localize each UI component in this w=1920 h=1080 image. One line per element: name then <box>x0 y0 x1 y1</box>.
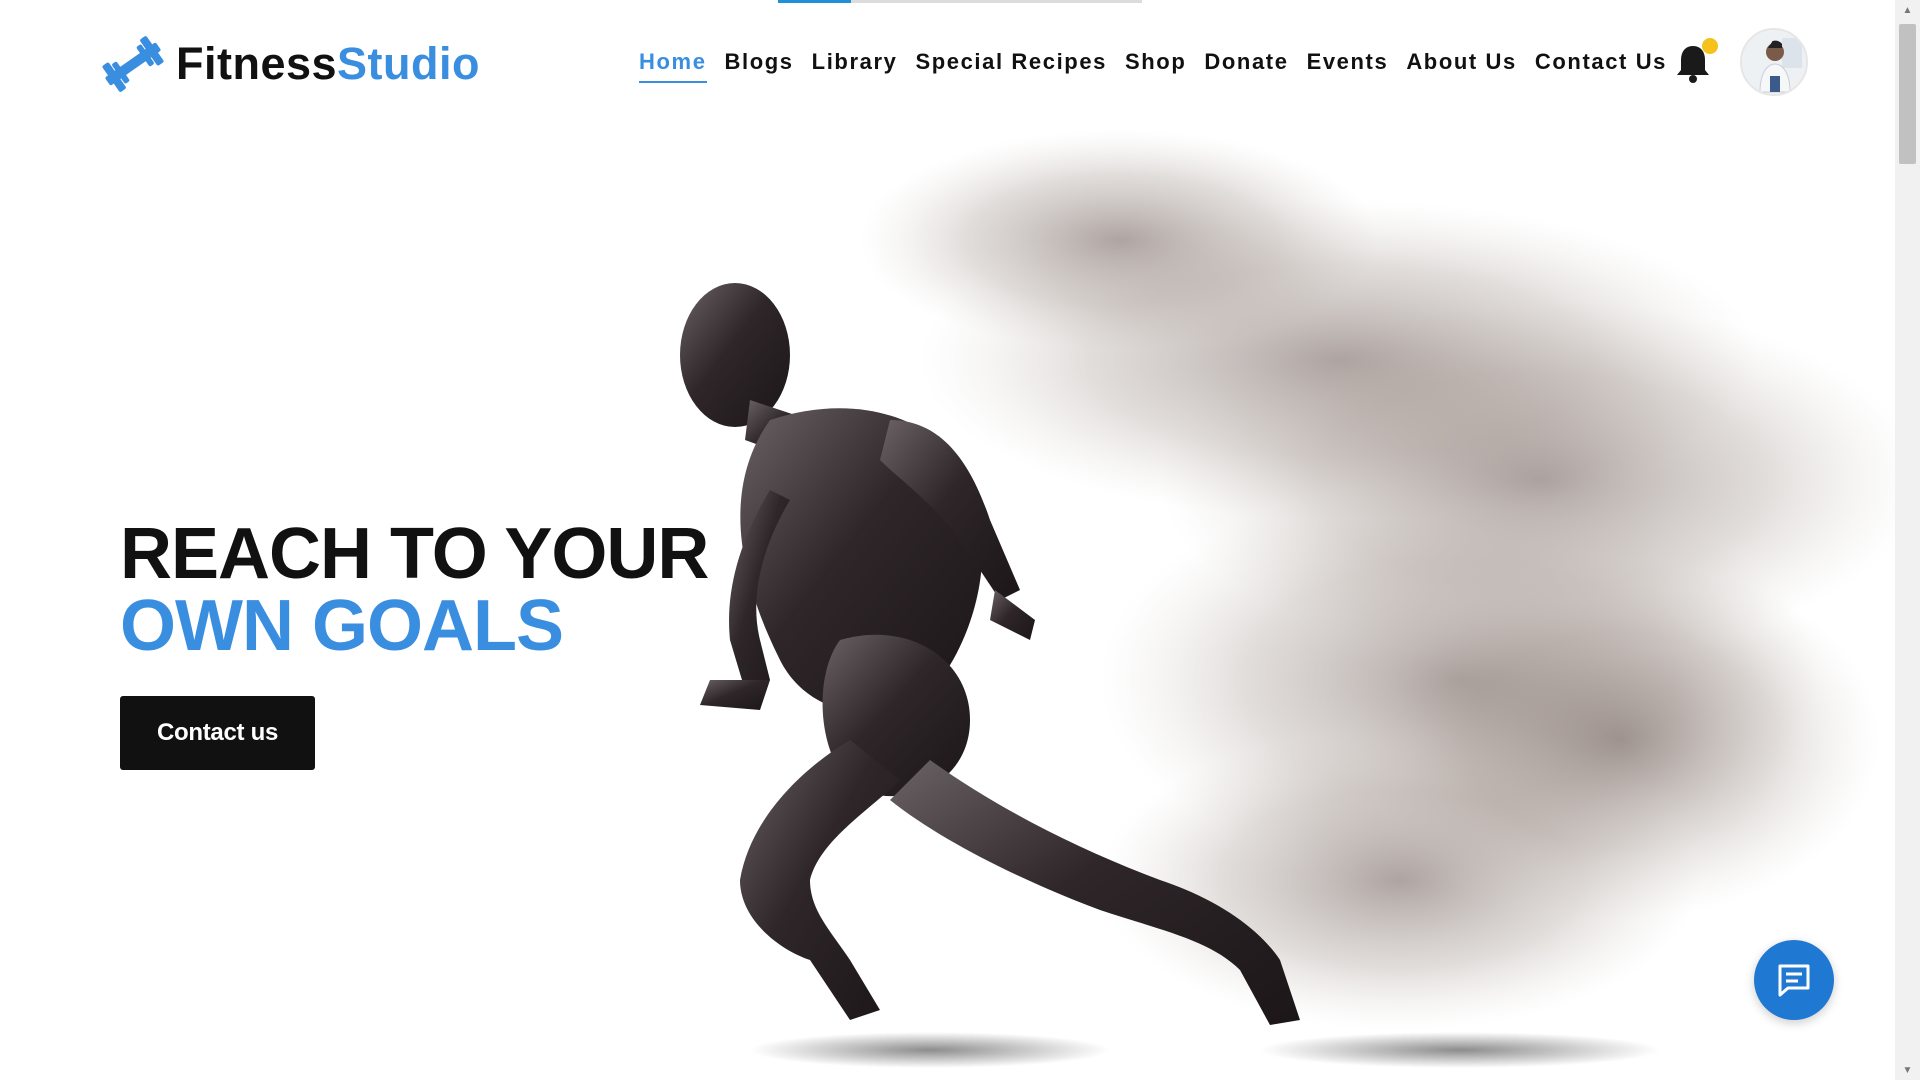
brand-name-part2: Studio <box>337 38 481 89</box>
nav-item-about-us[interactable]: About Us <box>1397 47 1526 85</box>
nav-item-blogs[interactable]: Blogs <box>716 47 803 85</box>
nav-item-home[interactable]: Home <box>630 47 716 85</box>
nav-item-contact-us[interactable]: Contact Us <box>1526 47 1676 85</box>
page: FitnessStudio Home Blogs Library Special Re… <box>0 0 1920 1080</box>
nav-item-shop[interactable]: Shop <box>1116 47 1195 85</box>
main-nav: Home Blogs Library Special Recipes Shop Donat… <box>630 47 1676 85</box>
hero-headline-line2: OWN GOALS <box>120 586 564 666</box>
chat-button[interactable] <box>1754 940 1834 1020</box>
brand-logo[interactable]: FitnessStudio <box>100 36 480 92</box>
nav-item-donate[interactable]: Donate <box>1195 47 1297 85</box>
hero-headline-line1: REACH TO YOUR <box>120 514 709 594</box>
site-header: FitnessStudio Home Blogs Library Special Re… <box>0 0 1895 120</box>
hero-headline: REACH TO YOUR OWN GOALS <box>120 514 709 666</box>
avatar-image <box>1742 30 1806 94</box>
contact-us-button[interactable]: Contact us <box>120 696 315 770</box>
scrollbar-thumb[interactable] <box>1899 24 1916 164</box>
scroll-down-arrow-icon[interactable]: ▼ <box>1895 1060 1920 1080</box>
notification-badge <box>1702 38 1718 54</box>
scroll-up-arrow-icon[interactable]: ▲ <box>1895 0 1920 20</box>
nav-item-events[interactable]: Events <box>1298 47 1398 85</box>
page-scrollbar[interactable]: ▲ ▼ <box>1895 0 1920 1080</box>
hero-runner-image <box>680 130 1895 1068</box>
brand-name: FitnessStudio <box>176 38 480 90</box>
nav-item-special-recipes[interactable]: Special Recipes <box>906 47 1116 85</box>
chat-icon <box>1778 964 1810 997</box>
dumbbell-icon <box>102 36 164 92</box>
user-avatar[interactable] <box>1740 28 1808 96</box>
brand-name-part1: Fitness <box>176 38 338 89</box>
nav-item-library[interactable]: Library <box>803 47 907 85</box>
